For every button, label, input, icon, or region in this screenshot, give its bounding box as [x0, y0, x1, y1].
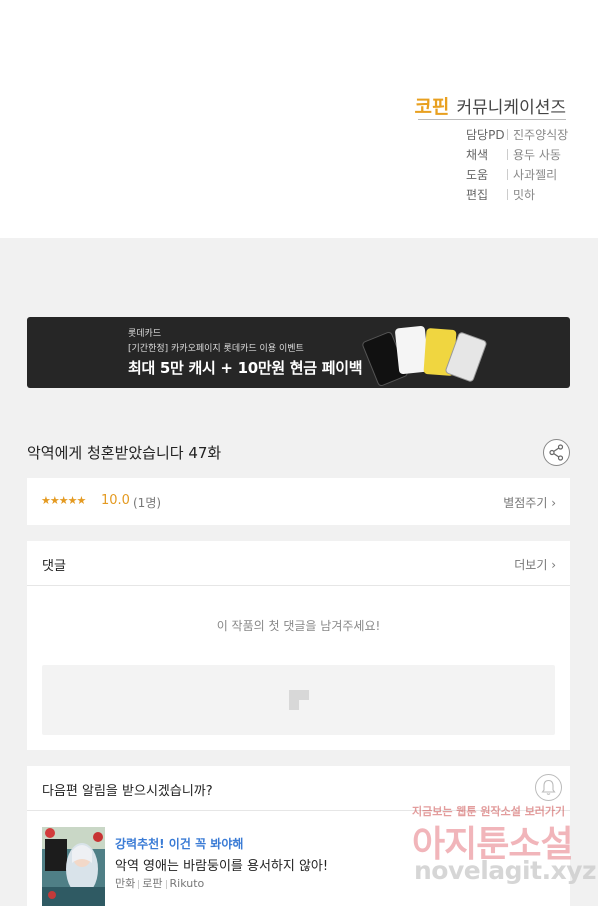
comments-section: 댓글 더보기 › 이 작품의 첫 댓글을 남겨주세요!	[27, 541, 570, 750]
credit-separator	[507, 148, 508, 160]
next-episode-header: 다음편 알림을 받으시겠습니까?	[27, 766, 570, 811]
recommendation-genre: 만화	[115, 877, 136, 890]
comment-input-area[interactable]	[42, 665, 555, 735]
rating-box: ★★★★★ 10.0 (1명) 별점주기 ›	[27, 478, 570, 525]
banner-subtitle: [기간한정] 카카오페이지 롯데카드 이용 이벤트	[128, 344, 304, 354]
bell-icon	[541, 779, 556, 795]
share-button[interactable]	[543, 439, 570, 466]
recommendation-meta: 만화 로판 Rikuto	[115, 875, 204, 891]
comments-label: 댓글	[42, 559, 66, 574]
studio-divider	[418, 119, 566, 120]
credit-name: 진주양식장	[513, 127, 569, 142]
rating-score: 10.0	[101, 493, 130, 508]
rating-stars: ★★★★★	[41, 494, 86, 507]
meta-separator	[138, 879, 140, 889]
credits-area: 코핀 커뮤니케이션즈 담당PD 진주양식장 채색 용두 사동 도움 사과젤리 편…	[0, 0, 598, 238]
banner-brand: 롯데카드	[128, 329, 162, 339]
credit-row: 도움 사과젤리	[466, 164, 568, 184]
rating-count: (1명)	[133, 496, 162, 510]
notify-button[interactable]	[535, 774, 562, 801]
studio-logo: 코핀	[414, 96, 450, 118]
credit-role: 편집	[466, 187, 489, 202]
recommendation-thumbnail[interactable]	[42, 827, 105, 906]
rate-button[interactable]: 별점주기 ›	[503, 494, 556, 511]
share-icon	[549, 444, 564, 461]
credit-row: 채색 용두 사동	[466, 144, 568, 164]
credit-role: 채색	[466, 147, 489, 162]
banner-cards-image	[361, 321, 488, 388]
promo-banner[interactable]: 롯데카드 [기간한정] 카카오페이지 롯데카드 이용 이벤트 최대 5만 캐시 …	[27, 317, 570, 388]
recommendation-category: 로판	[142, 877, 163, 890]
studio-name: 커뮤니케이션즈	[456, 98, 566, 118]
recommendation-tag: 강력추천! 이건 꼭 봐야해	[115, 837, 244, 851]
banner-title: 최대 5만 캐시 + 10만원 현금 페이백	[128, 359, 363, 377]
comments-header: 댓글 더보기 ›	[27, 541, 570, 586]
credit-list: 담당PD 진주양식장 채색 용두 사동 도움 사과젤리 편집 밋하	[466, 124, 568, 204]
meta-separator	[165, 879, 167, 889]
credit-role: 담당PD	[466, 127, 505, 142]
comments-empty-message: 이 작품의 첫 댓글을 남겨주세요!	[216, 619, 381, 633]
next-episode-prompt: 다음편 알림을 받으시겠습니까?	[42, 784, 213, 799]
credit-row: 편집 밋하	[466, 184, 568, 204]
credit-separator	[507, 168, 508, 180]
credit-separator	[507, 188, 508, 200]
comments-more-link[interactable]: 더보기 ›	[514, 556, 556, 573]
credit-role: 도움	[466, 167, 489, 182]
recommendation-title[interactable]: 악역 영애는 바람둥이를 용서하지 않아!	[115, 855, 328, 874]
studio-signature: 코핀 커뮤니케이션즈	[414, 92, 566, 119]
credit-separator	[507, 128, 508, 140]
episode-title: 악역에게 청혼받았습니다 47화	[27, 444, 222, 462]
credit-name: 용두 사동	[513, 147, 561, 162]
credit-name: 밋하	[513, 187, 536, 202]
recommendation-author: Rikuto	[169, 877, 205, 890]
credit-row: 담당PD 진주양식장	[466, 124, 568, 144]
image-placeholder-icon	[289, 690, 309, 710]
credit-name: 사과젤리	[513, 167, 558, 182]
recommendation-cover-art	[42, 827, 105, 906]
next-episode-section: 다음편 알림을 받으시겠습니까? 강력추천! 이건 꼭 봐야해 악역 영애는 바…	[27, 766, 570, 906]
